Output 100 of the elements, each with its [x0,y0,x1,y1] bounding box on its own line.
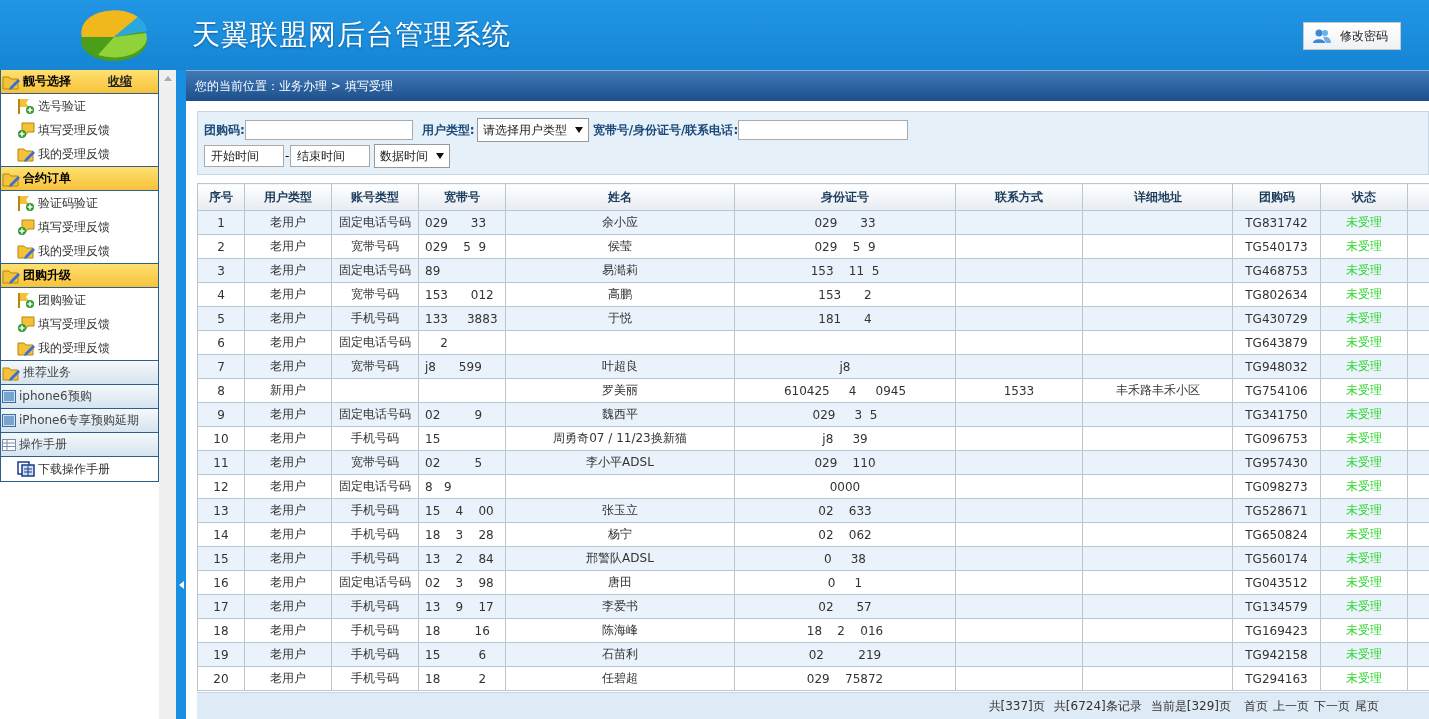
table-cell: 89 [418,258,506,283]
table-cell: 0 38 [734,546,956,571]
change-password-button[interactable]: 修改密码 [1303,22,1401,50]
sidebar-group-header[interactable]: 团购升级 [0,264,159,288]
folder-pencil-icon [2,73,20,90]
table-cell: 易澔莉 [505,258,735,283]
table-cell: 老用户 [244,306,332,331]
table-cell: 宽带号码 [331,282,419,307]
range-separator: - [285,149,290,163]
table-cell: j8 39 [734,426,956,451]
sidebar-group-header[interactable]: 合约订单 [0,167,159,191]
pager-link[interactable]: 上一页 [1273,697,1309,715]
table-cell: 16 [197,570,245,595]
table-cell: 手机号码 [331,426,419,451]
table-cell: 未受理 [1320,354,1408,379]
app-title: 天翼联盟网后台管理系统 [192,17,511,53]
pager-link[interactable]: 首页 [1244,697,1268,715]
table-cell: 18 2 016 [734,618,956,643]
table-cell: TG468753 [1232,258,1321,283]
window-icon [2,390,16,403]
table-cell: 李小平ADSL [505,450,735,475]
table-cell: 14 [197,522,245,547]
table-cell: 0000 [734,474,956,499]
end-time-input[interactable]: 结束时间 [290,145,371,167]
column-header: 姓名 [505,183,735,211]
table-cell: 宽带号码 [331,354,419,379]
table-cell: TG948032 [1232,354,1321,379]
table-cell: 手机号码 [331,666,419,691]
table-cell: 13 2 84 [418,546,506,571]
table-cell: 02 5 [418,450,506,475]
table-cell: 13 9 17 [418,594,506,619]
column-header: 状态 [1320,183,1408,211]
table-cell: 5 [197,306,245,331]
sidebar-group-header[interactable]: iphone6预购 [0,385,159,409]
table-cell: 张玉立 [505,498,735,523]
table-cell: 未受理 [1320,546,1408,571]
folder-pencil-icon [2,170,20,187]
time-type-select[interactable]: 数据时间 [374,144,451,168]
sidebar-group-header[interactable]: 推荐业务 [0,361,159,385]
message-plus-icon [17,315,35,333]
table-cell: 未受理 [1320,426,1408,451]
pager-info: 当前是[329]页 [1150,697,1231,715]
table-cell: 6 [197,330,245,355]
table-cell: 18 3 28 [418,522,506,547]
table-cell: 02 9 [418,402,506,427]
pager-link[interactable]: 下一页 [1314,697,1350,715]
table-cell: 任碧超 [505,666,735,691]
sidebar-item[interactable]: 下载操作手册 [0,457,159,482]
table-cell: 15 4 00 [418,498,506,523]
table-cell: 老用户 [244,282,332,307]
table-cell: 181 4 [734,306,956,331]
pager-link[interactable]: 尾页 [1355,697,1379,715]
column-header: 账号类型 [331,183,419,211]
table-cell: TG294163 [1232,666,1321,691]
table-cell: 8 9 [418,474,506,499]
start-time-input[interactable]: 开始时间 [204,145,284,167]
table-cell: 老用户 [244,642,332,667]
table-cell: 石苗利 [505,642,735,667]
table-cell: 未受理 [1320,570,1408,595]
table-cell: TG134579 [1232,594,1321,619]
table-cell: 2 [197,234,245,259]
collapse-arrow-icon[interactable] [178,580,184,589]
table-cell: 7 [197,354,245,379]
scroll-up-icon[interactable] [163,76,172,81]
sidebar-item[interactable]: 填写受理反馈 [0,215,159,239]
column-header: 序号 [197,183,245,211]
group-code-input[interactable] [244,120,413,140]
user-type-select[interactable]: 请选择用户类型 [476,118,589,142]
table-cell: 3 [197,258,245,283]
table-cell: TG754106 [1232,378,1321,403]
caret-icon [574,127,583,133]
table-cell: 老用户 [244,618,332,643]
table-cell: 陈海峰 [505,618,735,643]
table-cell: 宽带号码 [331,234,419,259]
sidebar-group-header[interactable]: 操作手册 [0,433,159,457]
table-cell: 固定电话号码 [331,570,419,595]
table-cell: 手机号码 [331,546,419,571]
table-cell: TG169423 [1232,618,1321,643]
table-cell: 固定电话号码 [331,402,419,427]
sidebar-group-header[interactable]: iPhone6专享预购延期 [0,409,159,433]
table-cell: TG560174 [1232,546,1321,571]
table-cell: 老用户 [244,522,332,547]
table-cell: 丰禾路丰禾小区 [1082,378,1233,403]
table-cell: TG043512 [1232,570,1321,595]
collapse-link[interactable]: 收缩 [108,73,132,90]
table-cell: 老用户 [244,402,332,427]
sidebar-item[interactable]: 填写受理反馈 [0,312,159,336]
table-cell: 手机号码 [331,306,419,331]
search-input[interactable] [738,120,909,140]
table-cell: 未受理 [1320,306,1408,331]
table-cell: TG831742 [1232,210,1321,235]
table-cell: 2 [418,330,506,355]
table-cell: TG528671 [1232,498,1321,523]
table-cell: 老用户 [244,666,332,691]
table-cell: 15 [418,426,506,451]
folder-pencil-icon [17,146,35,162]
sidebar-group-header[interactable]: 靓号选择 收缩 [0,70,159,94]
table-cell: 老用户 [244,498,332,523]
pager-info: 共[6724]条记录 [1053,697,1142,715]
sidebar-item[interactable]: 填写受理反馈 [0,118,159,142]
